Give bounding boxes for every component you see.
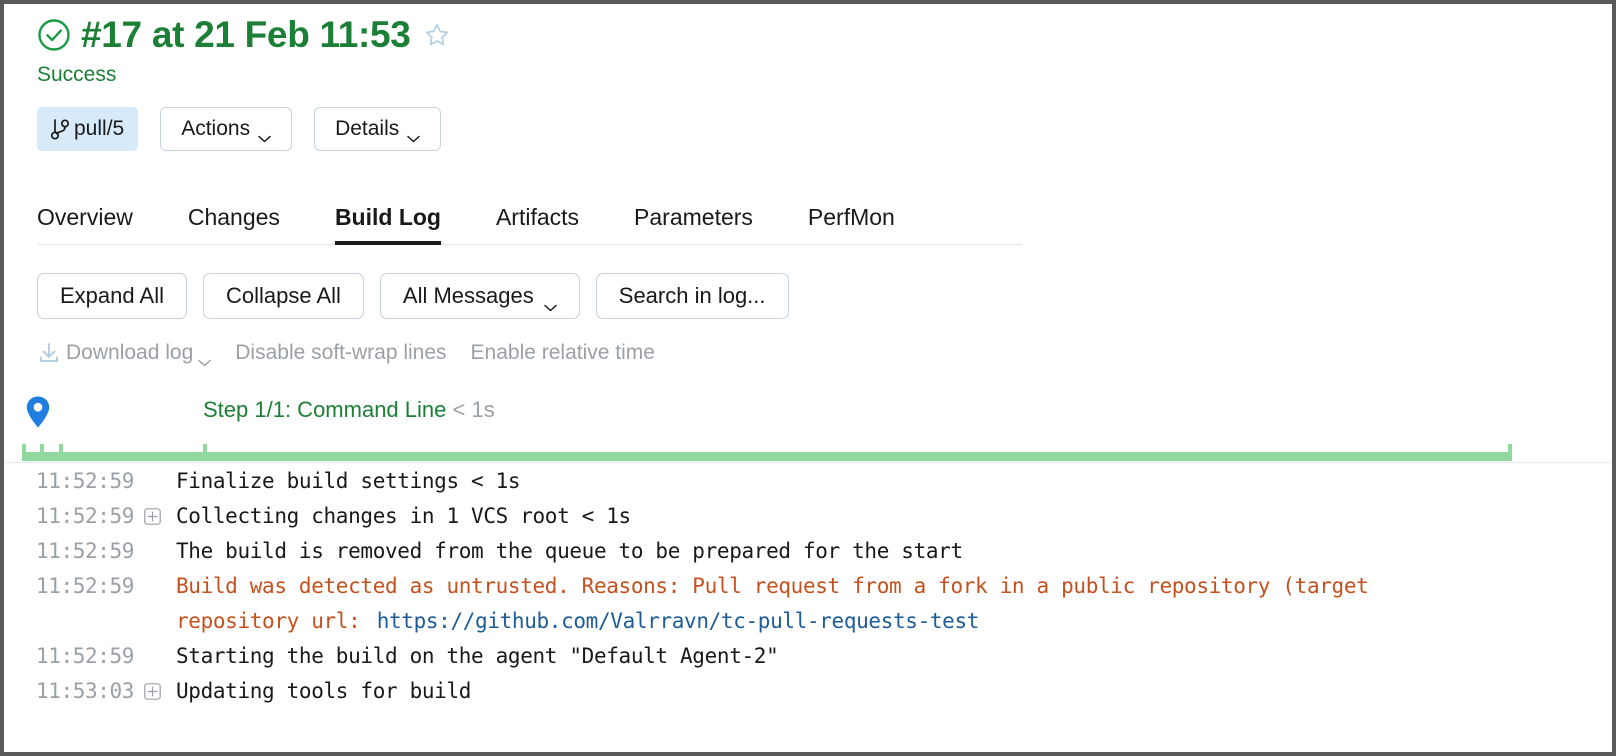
- log-line[interactable]: 11:52:59 Collecting changes in 1 VCS roo…: [4, 499, 1612, 534]
- log-expander-placeholder: [144, 464, 172, 499]
- toggle-relative-time-link[interactable]: Enable relative time: [471, 341, 655, 365]
- build-timeline: [4, 441, 1612, 463]
- expand-all-label: Expand All: [60, 283, 164, 308]
- log-line[interactable]: 11:52:59 Build was detected as untrusted…: [4, 569, 1612, 604]
- log-message-warning-continued: repository url:: [176, 609, 373, 633]
- toggle-soft-wrap-label: Disable soft-wrap lines: [235, 341, 447, 364]
- log-message: Collecting changes in 1 VCS root < 1s: [176, 504, 631, 528]
- build-tabs: Overview Changes Build Log Artifacts Par…: [37, 193, 1022, 245]
- log-line[interactable]: 11:52:59 The build is removed from the q…: [4, 534, 1612, 569]
- toggle-soft-wrap-link[interactable]: Disable soft-wrap lines: [235, 341, 446, 365]
- build-log-lines: 11:52:59 Finalize build settings < 1s 11…: [4, 464, 1612, 709]
- build-title-row: #17 at 21 Feb 11:53: [37, 12, 1612, 58]
- log-expander-placeholder: [144, 534, 172, 569]
- tab-build-log[interactable]: Build Log: [334, 204, 441, 245]
- log-line[interactable]: 11:53:03 Updating tools for build: [4, 674, 1612, 709]
- timeline-tick: [203, 444, 207, 452]
- chevron-down-icon: [258, 125, 271, 143]
- expand-plus-icon: [144, 683, 161, 700]
- map-pin-icon[interactable]: [25, 395, 51, 429]
- download-log-link[interactable]: Download log: [37, 341, 212, 367]
- collapse-all-label: Collapse All: [225, 283, 341, 308]
- chevron-down-icon: [407, 125, 421, 143]
- check-circle-icon: [37, 18, 71, 52]
- build-step-row: Step 1/1: Command Line < 1s: [4, 393, 1612, 441]
- step-duration: < 1s: [452, 397, 495, 422]
- details-button[interactable]: Details: [314, 107, 442, 151]
- timeline-tick: [40, 444, 44, 452]
- timeline-tick: [22, 444, 26, 452]
- tab-artifacts[interactable]: Artifacts: [496, 204, 579, 244]
- branch-icon: [49, 117, 71, 141]
- log-timestamp: 11:52:59: [36, 539, 134, 563]
- log-line[interactable]: 11:52:59 Starting the build on the agent…: [4, 639, 1612, 674]
- timeline-tick: [59, 444, 63, 452]
- message-filter-dropdown[interactable]: All Messages: [379, 273, 580, 319]
- log-message-link[interactable]: https://github.com/Valrravn/tc-pull-requ…: [373, 604, 980, 639]
- step-name: Step 1/1: Command Line: [203, 397, 447, 422]
- timeline-tick: [1508, 444, 1512, 452]
- chevron-down-icon: [198, 349, 212, 367]
- details-button-label: Details: [335, 117, 400, 140]
- log-timestamp: 11:52:59: [36, 574, 134, 598]
- log-message: Finalize build settings < 1s: [176, 469, 521, 493]
- tab-changes[interactable]: Changes: [188, 204, 280, 244]
- search-in-log-button[interactable]: Search in log...: [595, 273, 789, 319]
- timeline-divider: [4, 462, 1612, 463]
- log-expander[interactable]: [144, 674, 172, 709]
- message-filter-label: All Messages: [402, 283, 534, 308]
- branch-tag[interactable]: pull/5: [37, 107, 139, 151]
- log-timestamp: 11:52:59: [36, 644, 134, 668]
- timeline-bar: [22, 452, 1512, 461]
- page-title: #17 at 21 Feb 11:53: [81, 14, 411, 55]
- branch-label: pull/5: [74, 117, 125, 140]
- log-expander-placeholder: [144, 639, 172, 674]
- tab-overview[interactable]: Overview: [37, 204, 133, 244]
- log-message: Starting the build on the agent "Default…: [176, 644, 779, 668]
- log-message: The build is removed from the queue to b…: [176, 539, 963, 563]
- log-timestamp: 11:53:03: [36, 679, 134, 703]
- build-step-label[interactable]: Step 1/1: Command Line < 1s: [203, 397, 495, 423]
- log-line[interactable]: 11:52:59 Finalize build settings < 1s: [4, 464, 1612, 499]
- log-expander-placeholder: [144, 569, 172, 604]
- log-line-continuation[interactable]: repository url: https://github.com/Valrr…: [4, 604, 1612, 639]
- actions-button[interactable]: Actions: [160, 107, 293, 151]
- chevron-down-icon: [544, 292, 557, 312]
- log-timestamp: 11:52:59: [36, 504, 134, 528]
- collapse-all-button[interactable]: Collapse All: [202, 273, 364, 319]
- toggle-relative-time-label: Enable relative time: [470, 341, 655, 364]
- log-message-warning: Build was detected as untrusted. Reasons…: [176, 574, 1369, 598]
- search-in-log-label: Search in log...: [618, 283, 766, 308]
- star-outline-icon[interactable]: [424, 22, 450, 48]
- build-actions-row: pull/5 Actions Details: [37, 107, 1612, 151]
- log-toolbar: Expand All Collapse All All Messages Sea…: [37, 273, 1612, 319]
- download-icon: [37, 341, 61, 365]
- build-log-page: #17 at 21 Feb 11:53 Success pull/5 Actio…: [4, 4, 1612, 752]
- build-header: #17 at 21 Feb 11:53 Success pull/5 Actio…: [4, 4, 1612, 151]
- log-expander[interactable]: [144, 499, 172, 534]
- log-options-row: Download log Disable soft-wrap lines Ena…: [37, 341, 1612, 367]
- expand-all-button[interactable]: Expand All: [37, 273, 187, 319]
- log-timestamp: 11:52:59: [36, 469, 134, 493]
- actions-button-label: Actions: [181, 117, 251, 140]
- tab-perfmon[interactable]: PerfMon: [808, 204, 895, 244]
- log-message: Updating tools for build: [176, 679, 472, 703]
- build-status-text: Success: [37, 63, 117, 86]
- download-log-label: Download log: [66, 341, 194, 364]
- expand-plus-icon: [144, 508, 161, 525]
- tab-parameters[interactable]: Parameters: [634, 204, 753, 244]
